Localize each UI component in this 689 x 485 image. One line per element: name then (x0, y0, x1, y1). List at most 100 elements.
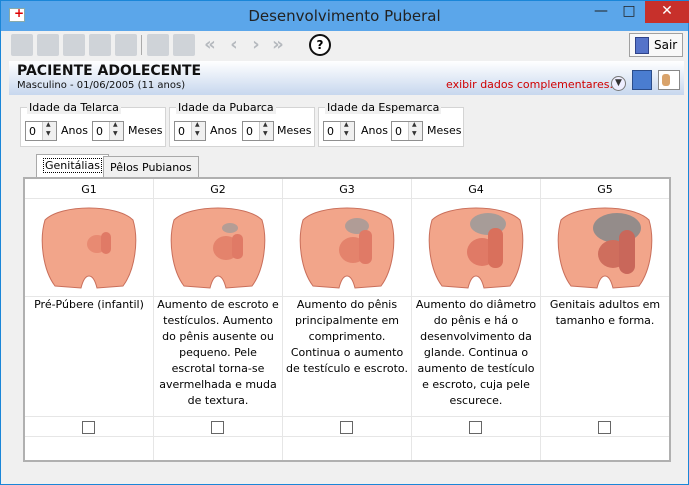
stage-column-g2: G2 Aumento de escroto e testículos. Aume… (154, 179, 283, 460)
stage-g1-checkbox[interactable] (82, 421, 95, 434)
save-icon[interactable] (147, 34, 169, 56)
months-value: 0 (96, 125, 103, 138)
stage-header: G4 (412, 179, 540, 199)
minimize-button[interactable]: — (587, 1, 615, 23)
stage-g4-illustration (428, 207, 524, 289)
tab-label: Pêlos Pubianos (110, 161, 192, 174)
stage-column-g5: G5 Genitais adultos em tamanho e forma. (541, 179, 669, 460)
more-data-link[interactable]: exibir dados complementares... (446, 78, 620, 91)
patient-info: Masculino - 01/06/2005 (11 anos) (17, 80, 186, 91)
window-title: Desenvolvimento Puberal (248, 7, 441, 25)
spin-arrows[interactable] (340, 121, 354, 140)
stage-select-cell (541, 417, 669, 437)
age-legend: Idade da Telarca (27, 101, 121, 114)
stage-g2-illustration (170, 207, 266, 289)
stage-image-cell (283, 199, 411, 297)
spin-arrows[interactable] (191, 121, 205, 140)
stage-header: G3 (283, 179, 411, 199)
patient-header: PACIENTE ADOLECENTE Masculino - 01/06/20… (9, 61, 684, 95)
help-icon[interactable]: ? (309, 34, 331, 56)
toolbar: « ‹ › » ? Sair (9, 31, 684, 59)
undo-icon[interactable] (115, 34, 137, 56)
previous-record-icon[interactable]: ‹ (223, 34, 245, 56)
months-unit: Meses (427, 124, 462, 137)
stage-g2-checkbox[interactable] (211, 421, 224, 434)
print-icon[interactable] (173, 34, 195, 56)
years-value: 0 (327, 125, 334, 138)
title-bar: Desenvolvimento Puberal — □ ✕ (1, 1, 689, 31)
years-unit: Anos (361, 124, 388, 137)
stage-image-cell (25, 199, 153, 297)
chevron-down-icon[interactable]: ▼ (611, 76, 626, 91)
tab-label: Genitálias (43, 158, 102, 173)
stage-g5-checkbox[interactable] (598, 421, 611, 434)
stage-column-g4: G4 Aumento do diâmetro do pênis e há o d… (412, 179, 541, 460)
age-group-telarca: Idade da Telarca 0 Anos 0 Meses (20, 101, 166, 147)
exit-label: Sair (654, 38, 678, 52)
stage-g3-illustration (299, 207, 395, 289)
months-unit: Meses (128, 124, 163, 137)
months-stepper[interactable]: 0 (242, 121, 274, 141)
stage-description: Aumento de escroto e testículos. Aumento… (154, 297, 282, 417)
new-record-icon[interactable] (11, 34, 33, 56)
stage-description: Aumento do diâmetro do pênis e há o dese… (412, 297, 540, 417)
years-stepper[interactable]: 0 (174, 121, 206, 141)
stage-description: Aumento do pênis principalmente em compr… (283, 297, 411, 417)
stage-column-g3: G3 Aumento do pênis principalmente em co… (283, 179, 412, 460)
age-group-pubarca: Idade da Pubarca 0 Anos 0 Meses (169, 101, 315, 147)
first-record-icon[interactable]: « (199, 34, 221, 56)
stage-select-cell (154, 417, 282, 437)
months-value: 0 (246, 125, 253, 138)
toolbar-separator (141, 35, 142, 55)
binoculars-icon[interactable] (37, 34, 59, 56)
stage-column-g1: G1 Pré-Púbere (infantil) (25, 179, 154, 460)
next-record-icon[interactable]: › (245, 34, 267, 56)
stage-select-cell (25, 417, 153, 437)
age-legend: Idade da Espemarca (325, 101, 442, 114)
years-value: 0 (29, 125, 36, 138)
stage-select-cell (283, 417, 411, 437)
maximize-button[interactable]: □ (615, 1, 643, 23)
patient-card-icon[interactable] (658, 70, 680, 90)
stage-g3-checkbox[interactable] (340, 421, 353, 434)
eraser-icon[interactable] (63, 34, 85, 56)
stage-description: Genitais adultos em tamanho e forma. (541, 297, 669, 417)
tab-genitalias[interactable]: Genitálias (36, 154, 109, 178)
app-window: Desenvolvimento Puberal — □ ✕ « ‹ › » ? … (0, 0, 689, 485)
stage-select-cell (412, 417, 540, 437)
spin-arrows[interactable] (109, 121, 123, 140)
trash-icon[interactable] (89, 34, 111, 56)
years-value: 0 (178, 125, 185, 138)
stage-header: G5 (541, 179, 669, 199)
stage-image-cell (154, 199, 282, 297)
record-shield-icon[interactable] (632, 70, 652, 90)
exit-button[interactable]: Sair (629, 33, 683, 57)
years-unit: Anos (61, 124, 88, 137)
spin-arrows[interactable] (408, 121, 422, 140)
last-record-icon[interactable]: » (267, 34, 289, 56)
years-stepper[interactable]: 0 (323, 121, 355, 141)
years-unit: Anos (210, 124, 237, 137)
door-icon (635, 37, 649, 54)
months-unit: Meses (277, 124, 312, 137)
stage-image-cell (412, 199, 540, 297)
spin-arrows[interactable] (259, 121, 273, 140)
stage-header: G2 (154, 179, 282, 199)
stage-g4-checkbox[interactable] (469, 421, 482, 434)
months-stepper[interactable]: 0 (92, 121, 124, 141)
stage-description: Pré-Púbere (infantil) (25, 297, 153, 417)
years-stepper[interactable]: 0 (25, 121, 57, 141)
stage-g1-illustration (41, 207, 137, 289)
spin-arrows[interactable] (42, 121, 56, 140)
stage-image-cell (541, 199, 669, 297)
age-legend: Idade da Pubarca (176, 101, 276, 114)
stages-grid: G1 Pré-Púbere (infantil) G2 Aumento de e… (23, 177, 671, 462)
tab-pelos-pubianos[interactable]: Pêlos Pubianos (103, 156, 199, 178)
stage-g5-illustration (557, 207, 653, 289)
stage-header: G1 (25, 179, 153, 199)
patient-name: PACIENTE ADOLECENTE (17, 63, 202, 79)
age-group-espermarca: Idade da Espemarca 0 Anos 0 Meses (318, 101, 464, 147)
close-button[interactable]: ✕ (645, 1, 689, 23)
months-stepper[interactable]: 0 (391, 121, 423, 141)
months-value: 0 (395, 125, 402, 138)
